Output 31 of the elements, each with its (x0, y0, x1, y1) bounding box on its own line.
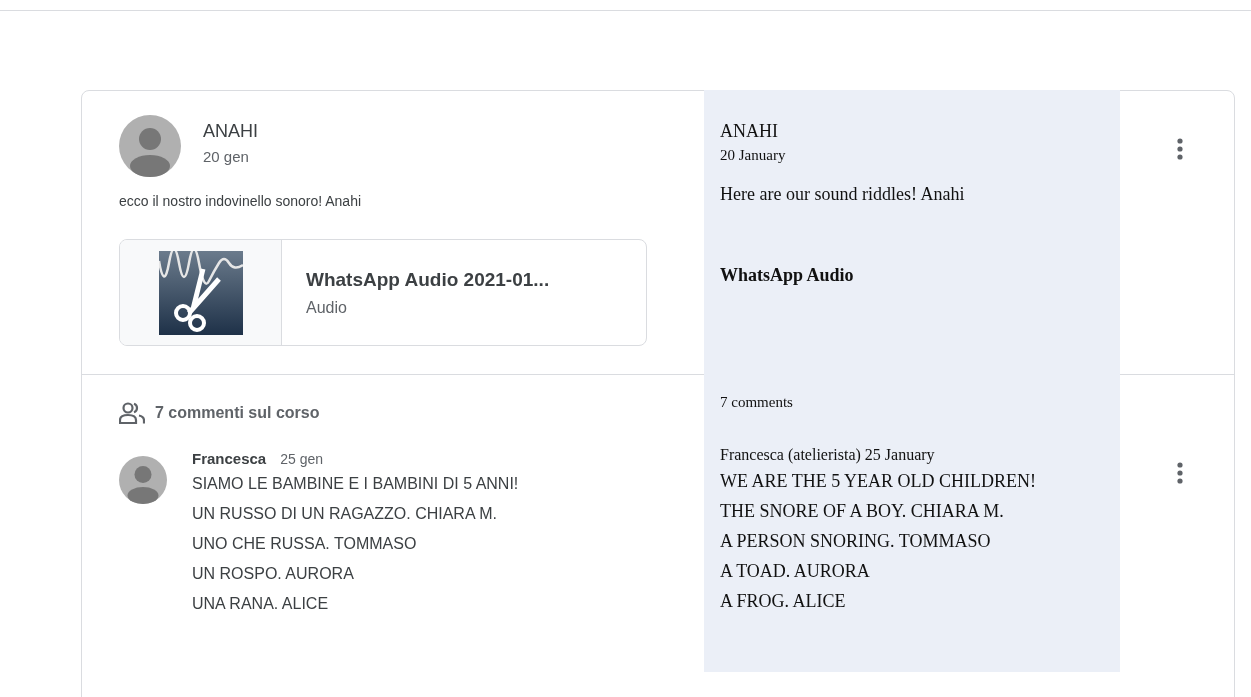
attachment-title: WhatsApp Audio 2021-01... (306, 268, 550, 291)
translated-comments-count: 7 comments (720, 394, 794, 411)
translated-author: ANAHI (720, 121, 779, 142)
comment-line: UNO CHE RUSSA. TOMMASO (192, 534, 418, 554)
translated-comment-line: A TOAD. AURORA (720, 560, 871, 583)
translated-date: 20 January (720, 147, 787, 164)
translated-comment-author: Francesca (atelierista) 25 January (720, 446, 936, 464)
comment-line: UNA RANA. ALICE (192, 594, 330, 614)
translated-attachment-title: WhatsApp Audio (720, 265, 855, 286)
comments-count[interactable]: 7 commenti sul corso (155, 404, 320, 422)
comment-line: SIAMO LE BAMBINE E I BAMBINI DI 5 ANNI! (192, 474, 519, 494)
comment-author: Francesca (192, 450, 267, 467)
translated-comment-line: THE SNORE OF A BOY. CHIARA M. (720, 500, 1005, 523)
people-icon (119, 402, 145, 424)
author-name: ANAHI (203, 121, 258, 142)
translated-comment-line: A FROG. ALICE (720, 590, 847, 613)
translated-comment-line: A PERSON SNORING. TOMMASO (720, 530, 992, 553)
post-text: ecco il nostro indovinello sonoro! Anahi (119, 193, 363, 209)
more-vertical-icon (1177, 138, 1183, 160)
avatar-icon (119, 115, 181, 177)
scissors-waveform-icon (158, 250, 243, 335)
more-vertical-icon (1177, 462, 1183, 484)
translated-comment-line: WE ARE THE 5 YEAR OLD CHILDREN! (720, 470, 1037, 493)
attachment-type: Audio (306, 298, 348, 317)
comment-line: UN ROSPO. AURORA (192, 564, 355, 584)
comment-line: UN RUSSO DI UN RAGAZZO. CHIARA M. (192, 504, 498, 524)
translated-text: Here are our sound riddles! Anahi (720, 184, 966, 205)
comment-date: 25 gen (280, 451, 324, 467)
avatar-icon (119, 456, 167, 504)
post-date: 20 gen (203, 148, 250, 165)
attachment-card[interactable]: WhatsApp Audio 2021-01... Audio (119, 239, 647, 346)
